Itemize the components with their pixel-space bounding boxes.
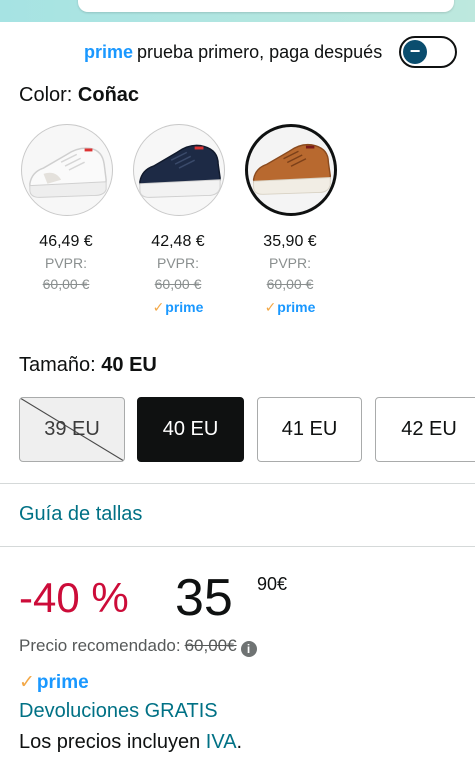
size-option-40[interactable]: 40 EU (137, 397, 244, 462)
prime-check-icon: ✓ (19, 672, 35, 693)
size-guide-link[interactable]: Guía de tallas (19, 503, 142, 526)
size-selected-value: 40 EU (101, 354, 157, 376)
cognac-sneaker-icon (252, 143, 331, 195)
size-label: Tamaño: 40 EU (19, 354, 157, 377)
recommended-price-label: Precio recomendado: (19, 636, 181, 655)
prime-trial-row: prime prueba primero, paga después − (0, 32, 475, 72)
prime-word: prime (84, 42, 134, 62)
vat-link[interactable]: IVA (206, 731, 237, 753)
variant-price: 35,90 € (263, 233, 317, 250)
swatch-white-sneaker[interactable] (21, 124, 113, 216)
prime-trial-label: prueba primero, paga después (137, 42, 383, 62)
info-icon[interactable]: i (240, 641, 257, 657)
price-fraction-group: 90€ (257, 574, 287, 595)
navy-sneaker-icon (139, 144, 221, 198)
size-option-label: 41 EU (281, 418, 338, 440)
variant-prime-label: prime (165, 299, 204, 315)
toggle-knob-icon: − (403, 40, 427, 64)
variant-prime-badge: ✓prime (240, 294, 340, 320)
header-band (0, 0, 475, 22)
variant-prime-label: prime (277, 299, 316, 315)
variant-price-white[interactable]: 46,49 € PVPR: 60,00 € (16, 232, 116, 294)
size-label-text: Tamaño: (19, 354, 96, 376)
recommended-price-value: 60,00€ (184, 636, 237, 655)
color-selected-value: Coñac (77, 84, 140, 106)
white-sneaker-icon (29, 147, 107, 198)
variant-rrp: 60,00 € (266, 276, 314, 292)
variant-price: 42,48 € (151, 233, 205, 250)
price-fraction: 90 (257, 574, 278, 594)
prime-trial-toggle[interactable]: − (399, 36, 457, 68)
variant-rrp-label: PVPR: (44, 255, 87, 271)
divider (0, 546, 475, 547)
variant-rrp-label: PVPR: (156, 255, 199, 271)
vat-notice: Los precios incluyen IVA. (19, 731, 242, 754)
divider (0, 483, 475, 484)
variant-rrp: 60,00 € (42, 276, 90, 292)
color-label-text: Color: (19, 84, 73, 106)
size-option-label: 40 EU (162, 418, 219, 440)
variant-rrp: 60,00 € (154, 276, 202, 292)
vat-prefix: Los precios incluyen (19, 731, 206, 753)
color-label: Color: Coñac (19, 84, 139, 107)
prime-trial-text: prime prueba primero, paga después (84, 42, 382, 63)
free-returns-link[interactable]: Devoluciones GRATIS (19, 700, 218, 723)
prime-badge: ✓ prime (19, 671, 89, 694)
price-whole: 35 (175, 569, 233, 627)
search-bar[interactable] (78, 0, 454, 12)
prime-badge-label: prime (36, 672, 89, 693)
recommended-price: Precio recomendado: 60,00€ i (19, 636, 257, 657)
prime-check-icon: ✓ (152, 299, 165, 315)
vat-suffix: . (236, 731, 243, 753)
variant-rrp-label: PVPR: (268, 255, 311, 271)
size-option-label: 42 EU (401, 418, 457, 440)
size-option-42[interactable]: 42 EU (375, 397, 475, 462)
swatch-cognac-sneaker[interactable] (245, 124, 337, 216)
swatch-navy-sneaker[interactable] (133, 124, 225, 216)
variant-price-navy[interactable]: 42,48 € PVPR: 60,00 € ✓prime (128, 232, 228, 320)
variant-price: 46,49 € (39, 233, 93, 250)
prime-check-icon: ✓ (264, 299, 277, 315)
size-option-41[interactable]: 41 EU (257, 397, 362, 462)
size-option-39-unavailable[interactable]: 39 EU (19, 397, 125, 462)
size-option-label: 39 EU (44, 418, 100, 440)
variant-prime-badge: ✓prime (128, 294, 228, 320)
price-currency: € (277, 574, 288, 594)
variant-price-cognac[interactable]: 35,90 € PVPR: 60,00 € ✓prime (240, 232, 340, 320)
discount-percentage: -40 % (19, 574, 129, 621)
